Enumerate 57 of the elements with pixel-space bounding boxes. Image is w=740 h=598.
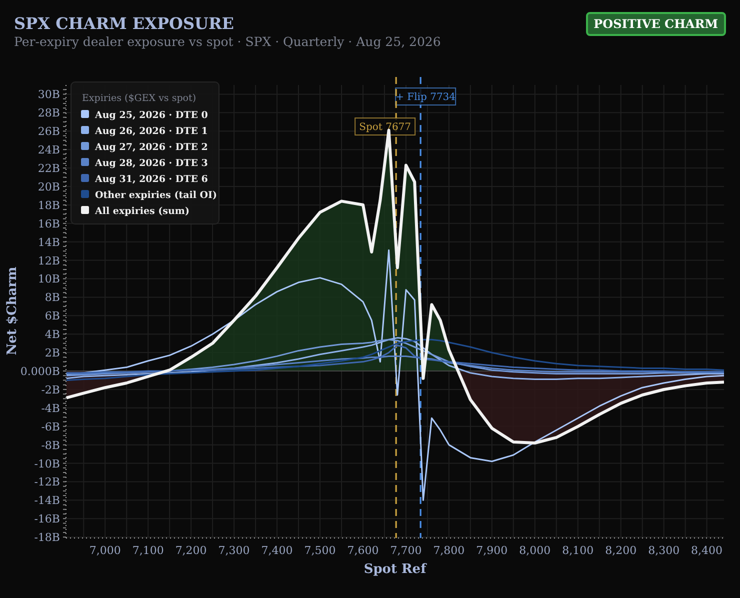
x-tick-label: 7,400 (261, 544, 293, 557)
legend-label: Aug 27, 2026 · DTE 2 (95, 142, 208, 153)
y-tick-label: 16B (38, 217, 60, 230)
legend-label: Aug 26, 2026 · DTE 1 (95, 126, 208, 137)
y-tick-label: 30B (38, 88, 60, 102)
x-tick-label: 7,000 (89, 544, 121, 557)
y-tick-label: -18B (34, 531, 60, 544)
y-tick-label: 24B (38, 144, 60, 157)
y-tick-label: 20B (38, 180, 60, 194)
legend-label: Aug 28, 2026 · DTE 3 (95, 158, 208, 169)
y-tick-label: -14B (34, 494, 60, 508)
y-axis-title: Net $Charm (5, 266, 20, 356)
y-tick-label: -16B (34, 512, 60, 526)
x-tick-label: 8,300 (648, 544, 680, 557)
legend-label: Other expiries (tail OI) (95, 190, 217, 201)
legend-label: Aug 31, 2026 · DTE 6 (95, 174, 208, 185)
chart-title: SPX CHARM EXPOSURE (14, 14, 235, 34)
x-tick-label: 7,300 (218, 544, 250, 557)
x-tick-label: 8,400 (691, 544, 723, 557)
x-tick-label: 8,100 (562, 544, 594, 557)
y-tick-label: -8B (41, 438, 60, 452)
x-tick-label: 8,200 (605, 544, 637, 557)
y-tick-label: -4B (41, 402, 60, 415)
y-tick-label: 2B (44, 346, 60, 360)
reference-label: Spot 7677 (354, 118, 416, 136)
y-tick-label: 14B (38, 236, 60, 249)
charm-badge: POSITIVE CHARM (586, 12, 726, 36)
y-tick-label: 12B (38, 254, 60, 268)
legend-title: Expiries ($GEX vs spot) (82, 93, 196, 104)
y-tick-label: 6B (44, 310, 60, 323)
y-tick-label: 26B (38, 125, 60, 138)
ref-line-label: + Flip 7734 (396, 92, 456, 103)
y-tick-label: 10B (38, 272, 60, 286)
x-axis-title: Spot Ref (364, 562, 426, 577)
reference-label: + Flip 7734 (395, 88, 456, 106)
x-tick-label: 7,200 (175, 544, 207, 557)
y-tick-label: -10B (34, 457, 60, 470)
x-tick-label: 8,000 (519, 544, 551, 557)
y-tick-label: -6B (41, 420, 60, 434)
legend-label: All expiries (sum) (95, 206, 190, 217)
x-tick-label: 7,600 (347, 544, 379, 557)
x-tick-label: 7,800 (433, 544, 465, 557)
y-tick-label: 0.000B (20, 365, 60, 378)
y-tick-label: 8B (44, 291, 60, 304)
x-tick-label: 7,700 (390, 544, 422, 557)
y-tick-label: 28B (38, 106, 60, 120)
y-tick-label: -12B (34, 476, 60, 489)
ref-line-label: Spot 7677 (359, 122, 412, 133)
y-tick-label: -2B (41, 383, 60, 396)
x-tick-label: 7,500 (304, 544, 336, 557)
y-tick-label: 18B (38, 198, 60, 212)
x-tick-label: 7,900 (476, 544, 508, 557)
chart-subtitle: Per-expiry dealer exposure vs spot · SPX · Quarterly · Aug 25, 2026 (14, 34, 441, 50)
y-tick-label: 22B (38, 162, 60, 176)
legend-label: Aug 25, 2026 · DTE 0 (95, 110, 208, 121)
x-tick-label: 7,100 (132, 544, 164, 557)
y-tick-label: 4B (44, 328, 60, 342)
